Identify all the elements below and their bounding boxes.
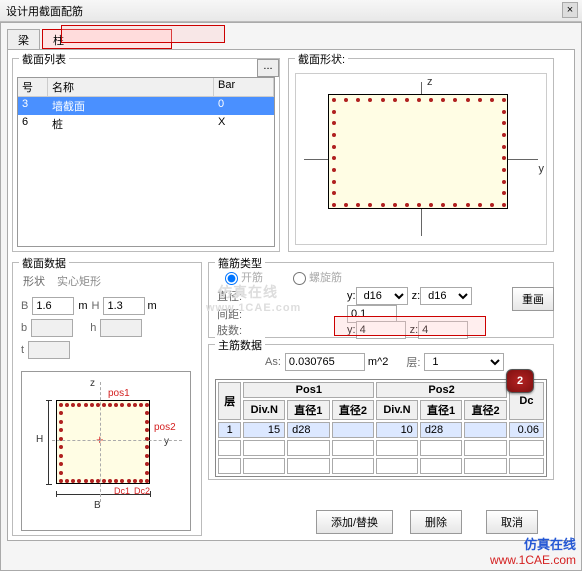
section-list-row[interactable]: 3 墙截面 0	[18, 97, 274, 115]
th-p2-d2: 直径2	[464, 400, 507, 420]
dia-z-select[interactable]: d16	[420, 287, 472, 305]
B-label: B	[21, 300, 28, 312]
col-name-header: 名称	[48, 78, 214, 96]
mini-diagram: z pos1 pos2 y H B Dc1 Dc2 +	[21, 371, 191, 531]
main-rebar-label: 主筋数据	[215, 337, 265, 353]
section-list-group: 截面列表 ... 号 名称 Bar 3 墙截面 0 6 桩 X	[12, 58, 280, 252]
radio-open-label: 开筋	[241, 269, 263, 285]
h-input	[100, 319, 142, 337]
section-list-row[interactable]: 6 桩 X	[18, 115, 274, 133]
th-pos2: Pos2	[376, 382, 507, 398]
as-unit: m^2	[368, 356, 388, 368]
section-rectangle	[328, 94, 508, 209]
window-title: 设计用截面配筋	[6, 3, 83, 19]
redraw-button[interactable]: 重画	[512, 287, 554, 311]
section-list-label: 截面列表	[19, 51, 69, 67]
tab-column[interactable]: 柱	[42, 29, 172, 49]
main-rebar-group: 主筋数据 As: m^2 层: 1 层 Pos1 Pos2 Dc Div.N 直…	[208, 344, 554, 480]
mini-pos2: pos2	[154, 422, 176, 433]
watermark-url: www.1CAE.com	[490, 553, 576, 567]
b-input	[31, 319, 73, 337]
watermark: 仿真在线 www.1CAE.com	[490, 534, 576, 567]
legs-y-input[interactable]	[356, 321, 406, 339]
legs-label: 肢数:	[217, 322, 257, 338]
section-shape-group: 截面形状: z y	[288, 58, 554, 252]
th-p2-d1: 直径1	[420, 400, 463, 420]
axis-y-label: y	[539, 163, 545, 175]
section-list-more-button[interactable]: ...	[257, 59, 279, 77]
B-input[interactable]	[32, 297, 74, 315]
add-replace-button[interactable]: 添加/替换	[316, 510, 393, 534]
b-label: b	[21, 322, 27, 334]
H-input[interactable]	[103, 297, 145, 315]
legs-z-label: z:	[410, 324, 419, 336]
titlebar: 设计用截面配筋 ×	[0, 0, 582, 22]
badge-2: 2	[506, 369, 534, 393]
section-shape-label: 截面形状:	[295, 51, 348, 67]
mini-pos1: pos1	[108, 388, 130, 399]
section-list-header: 号 名称 Bar	[18, 78, 274, 97]
h-label: h	[90, 322, 96, 334]
rebar-row[interactable]: 1 15 d28 10 d28 0.06	[218, 422, 544, 438]
th-p2-divn: Div.N	[376, 400, 418, 420]
as-label: As:	[265, 356, 281, 368]
dia-label: 直径:	[217, 288, 257, 304]
section-data-group: 截面数据 形状 实心矩形 B m H m b m h t	[12, 262, 202, 536]
t-label: t	[21, 344, 24, 356]
th-p1-d2: 直径2	[332, 400, 375, 420]
radio-spiral-label: 螺旋筋	[309, 269, 342, 285]
as-input[interactable]	[285, 353, 365, 371]
dia-y-select[interactable]: d16	[356, 287, 408, 305]
unit-m2: m	[147, 300, 156, 312]
cancel-button[interactable]: 取消	[486, 510, 538, 534]
shape-label: 形状	[23, 273, 45, 289]
rebar-table: 层 Pos1 Pos2 Dc Div.N 直径1 直径2 Div.N 直径1 直…	[215, 379, 547, 477]
watermark-cn: 仿真在线	[490, 534, 576, 553]
tab-panel: 截面列表 ... 号 名称 Bar 3 墙截面 0 6 桩 X	[7, 49, 575, 541]
shape-value: 实心矩形	[57, 273, 101, 289]
tab-beam[interactable]: 梁	[7, 29, 40, 49]
section-shape-canvas: z y	[295, 73, 547, 245]
close-button[interactable]: ×	[562, 2, 578, 18]
dialog-body: 梁 柱 1 截面列表 ... 号 名称 Bar 3 墙截面 0 6	[0, 22, 582, 571]
col-num-header: 号	[18, 78, 48, 96]
dia-y-label: y:	[347, 290, 356, 302]
axis-z-label: z	[427, 76, 433, 88]
floor-select[interactable]: 1	[424, 353, 504, 371]
th-layer: 层	[218, 382, 241, 420]
legs-z-input[interactable]	[418, 321, 468, 339]
mini-y: y	[164, 436, 169, 447]
H-label: H	[92, 300, 100, 312]
delete-button[interactable]: 删除	[410, 510, 462, 534]
tab-strip: 梁 柱	[7, 29, 575, 49]
th-pos1: Pos1	[243, 382, 374, 398]
radio-open[interactable]	[225, 272, 238, 285]
th-p1-divn: Div.N	[243, 400, 285, 420]
unit-m: m	[78, 300, 87, 312]
mini-z: z	[90, 378, 95, 389]
col-bar-header: Bar	[214, 78, 274, 96]
legs-y-label: y:	[347, 324, 356, 336]
spacing-label: 间距:	[217, 306, 257, 322]
dia-z-label: z:	[412, 290, 421, 302]
stirrup-group: 箍筋类型 开筋 螺旋筋 直径: y: d16 z: d16 间距: 肢数: y:	[208, 262, 554, 338]
section-list-table: 号 名称 Bar 3 墙截面 0 6 桩 X	[17, 77, 275, 247]
section-data-label: 截面数据	[19, 255, 69, 271]
th-p1-d1: 直径1	[287, 400, 330, 420]
radio-spiral[interactable]	[293, 272, 306, 285]
mini-H: H	[36, 434, 43, 445]
floor-label: 层:	[406, 354, 420, 370]
t-input	[28, 341, 70, 359]
